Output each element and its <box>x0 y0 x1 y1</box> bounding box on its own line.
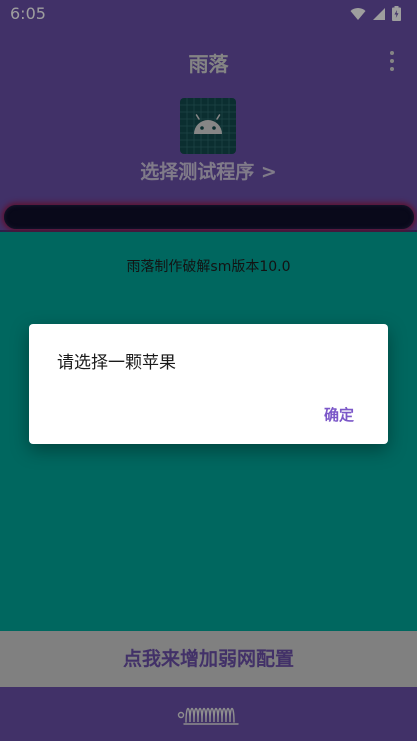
dialog-message: 请选择一颗苹果 <box>57 353 176 373</box>
alert-dialog: 请选择一颗苹果 确定 <box>29 324 388 444</box>
dialog-ok-button[interactable]: 确定 <box>324 404 354 425</box>
